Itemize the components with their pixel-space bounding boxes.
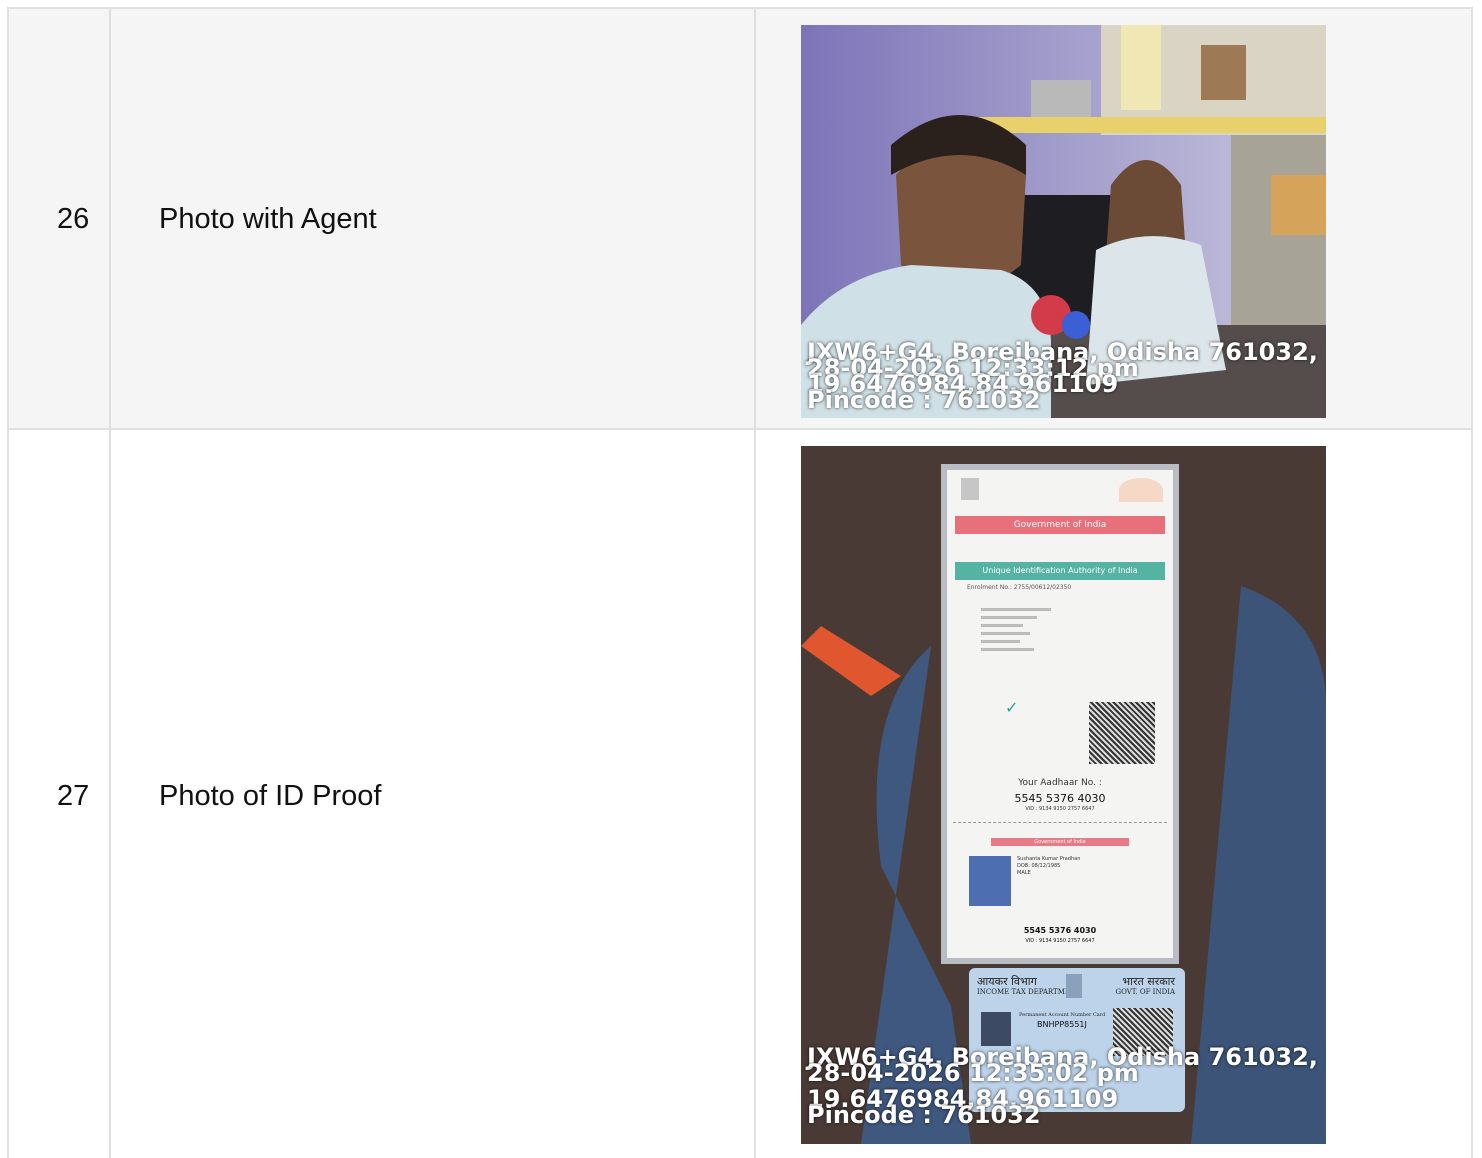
card-dob: DOB: 08/12/1985	[1017, 863, 1061, 869]
row-number: 27	[57, 780, 90, 812]
signature-check-icon: ✓	[1005, 698, 1019, 717]
pan-gov-hindi: भारत सरकार	[1122, 975, 1175, 988]
address-block	[981, 605, 1051, 675]
enrolment-number: Enrolment No.: 2755/00612/02350	[967, 584, 1072, 591]
gov-banner: Government of India	[955, 516, 1165, 534]
pan-card-label: Permanent Account Number Card	[1019, 1012, 1106, 1018]
pan-gov-english: GOVT. OF INDIA	[1115, 988, 1176, 996]
row-number-cell: 27	[7, 430, 109, 1158]
row-photo-cell: Government of India Unique Identificatio…	[754, 430, 1473, 1158]
qr-code-icon	[1089, 702, 1155, 764]
row-label: Photo with Agent	[159, 202, 377, 235]
row-label-cell: Photo with Agent	[109, 9, 754, 428]
pan-dept-hindi: आयकर विभाग	[977, 975, 1037, 988]
table-row: 26 Photo with Agent JXW6+G4, Boreibana, …	[7, 7, 1473, 428]
card-vid-number: VID : 9134 9150 2757 6647	[1025, 938, 1095, 944]
pan-photo	[981, 1012, 1011, 1046]
photo-watermark: JXW6+G4, Boreibana, Odisha 761032, India…	[807, 1045, 1326, 1127]
card-details: Sushanta Kumar Pradhan DOB: 08/12/1985 M…	[1017, 856, 1080, 877]
row-label-cell: Photo of ID Proof	[109, 430, 754, 1158]
pan-number: BNHPP8551J	[1037, 1020, 1087, 1029]
card-aadhaar-number: 5545 5376 4030	[1023, 926, 1097, 935]
aadhaar-letter: Government of India Unique Identificatio…	[941, 464, 1179, 964]
uidai-banner: Unique Identification Authority of India	[955, 562, 1165, 580]
vid-number: VID : 9134 9150 2757 6647	[1025, 806, 1095, 812]
pan-emblem-icon	[1066, 974, 1082, 998]
card-gov-banner: Government of India	[991, 838, 1129, 846]
row-number-cell: 26	[7, 9, 109, 428]
table-row: 27 Photo of ID Proof Government of India…	[7, 428, 1473, 1158]
id-proof-photo[interactable]: Government of India Unique Identificatio…	[801, 446, 1326, 1144]
card-photo	[969, 856, 1011, 906]
aadhaar-logo-icon	[1119, 478, 1163, 502]
cut-line	[953, 822, 1167, 823]
row-number: 26	[57, 202, 90, 235]
your-aadhaar-label: Your Aadhaar No. :	[1018, 778, 1102, 788]
emblem-icon	[961, 478, 979, 500]
card-name: Sushanta Kumar Pradhan	[1017, 856, 1081, 862]
card-gender: MALE	[1017, 870, 1031, 876]
row-label: Photo of ID Proof	[159, 780, 382, 812]
agent-photo[interactable]: JXW6+G4, Boreibana, Odisha 761032, India…	[801, 25, 1326, 418]
aadhaar-number: 5545 5376 4030	[1014, 792, 1106, 805]
photo-watermark: JXW6+G4, Boreibana, Odisha 761032, India…	[807, 340, 1326, 412]
row-photo-cell: JXW6+G4, Boreibana, Odisha 761032, India…	[754, 9, 1473, 428]
